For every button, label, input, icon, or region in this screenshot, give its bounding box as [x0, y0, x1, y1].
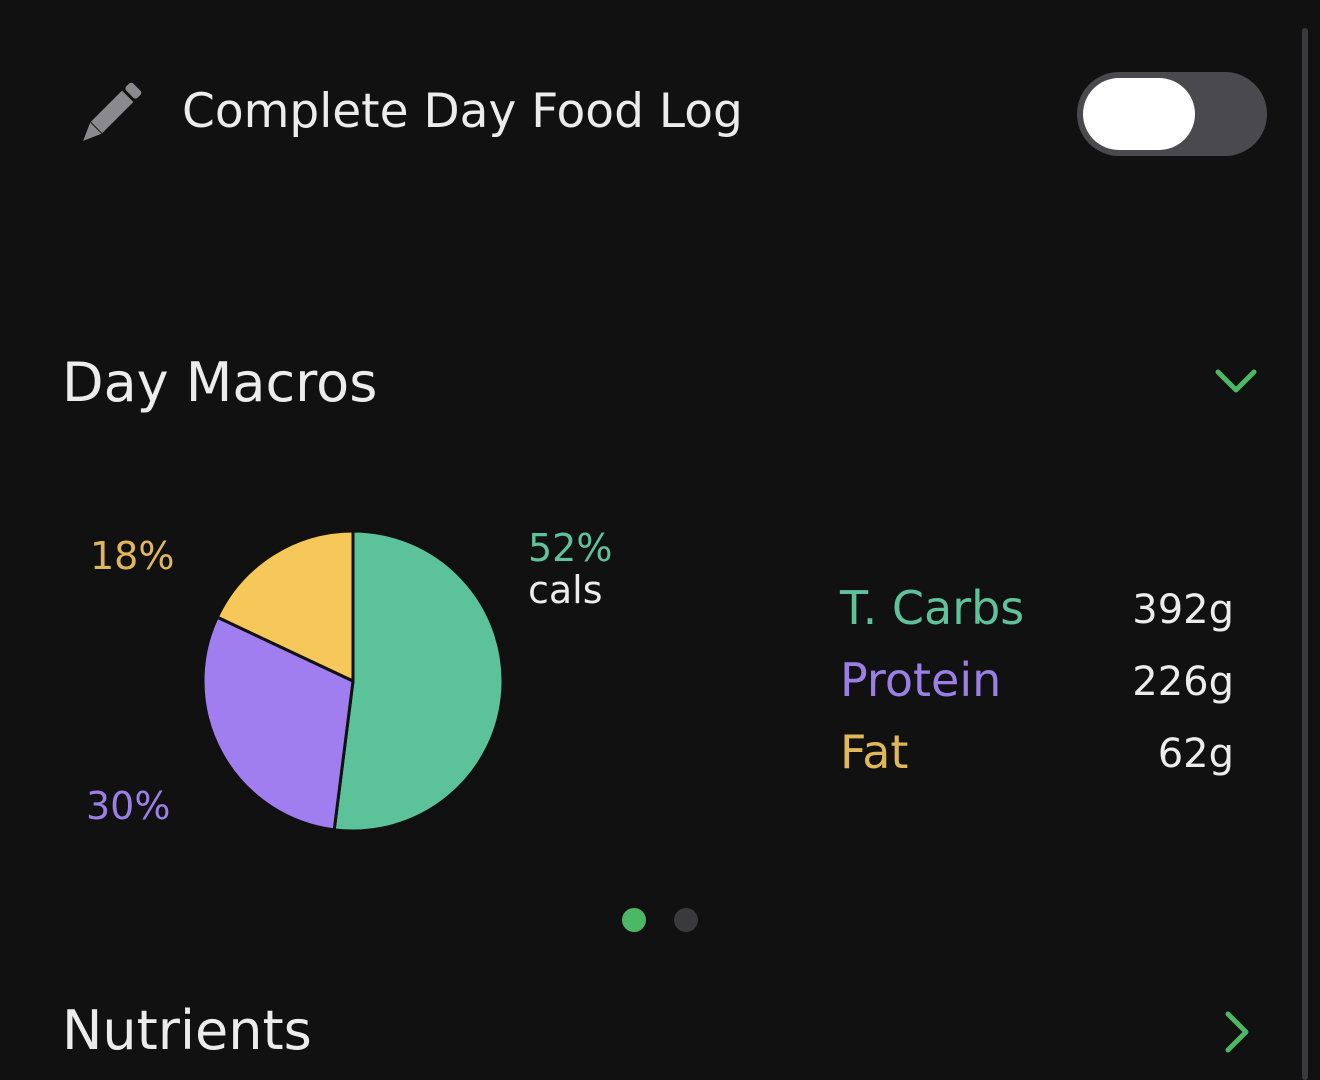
macro-name-protein: Protein — [840, 653, 1002, 707]
food-log-toggle[interactable] — [1077, 72, 1267, 156]
day-macros-title: Day Macros — [62, 351, 378, 414]
toggle-knob — [1083, 78, 1195, 150]
macro-value-fat: 62g — [1157, 731, 1234, 777]
food-log-title: Complete Day Food Log — [182, 84, 743, 139]
carbs-percent-label: 52% — [528, 526, 613, 570]
macros-pie-chart — [201, 529, 505, 833]
macro-name-carbs: T. Carbs — [840, 581, 1025, 635]
nutrients-title[interactable]: Nutrients — [62, 998, 312, 1064]
page-dot-2[interactable] — [674, 908, 698, 932]
macro-value-protein: 226g — [1132, 659, 1234, 705]
chevron-down-icon[interactable] — [1208, 360, 1264, 404]
macro-value-carbs: 392g — [1132, 587, 1234, 633]
cals-label: cals — [528, 568, 603, 612]
macro-row-fat: Fat 62g — [840, 724, 1240, 784]
chevron-right-icon[interactable] — [1212, 1006, 1260, 1058]
screen: Complete Day Food Log Day Macros 18% 30%… — [0, 0, 1320, 1080]
complete-day-food-log-row: Complete Day Food Log — [0, 60, 1290, 170]
page-dot-1[interactable] — [622, 908, 646, 932]
fat-percent-label: 18% — [90, 534, 175, 578]
protein-percent-label: 30% — [86, 784, 171, 828]
pie-slice-t-carbs — [332, 529, 505, 833]
page-indicator — [620, 906, 710, 934]
macro-row-carbs: T. Carbs 392g — [840, 580, 1240, 640]
pencil-icon — [83, 82, 142, 141]
macro-name-fat: Fat — [840, 725, 909, 779]
macro-row-protein: Protein 226g — [840, 652, 1240, 712]
scrollbar[interactable] — [1302, 28, 1308, 1080]
